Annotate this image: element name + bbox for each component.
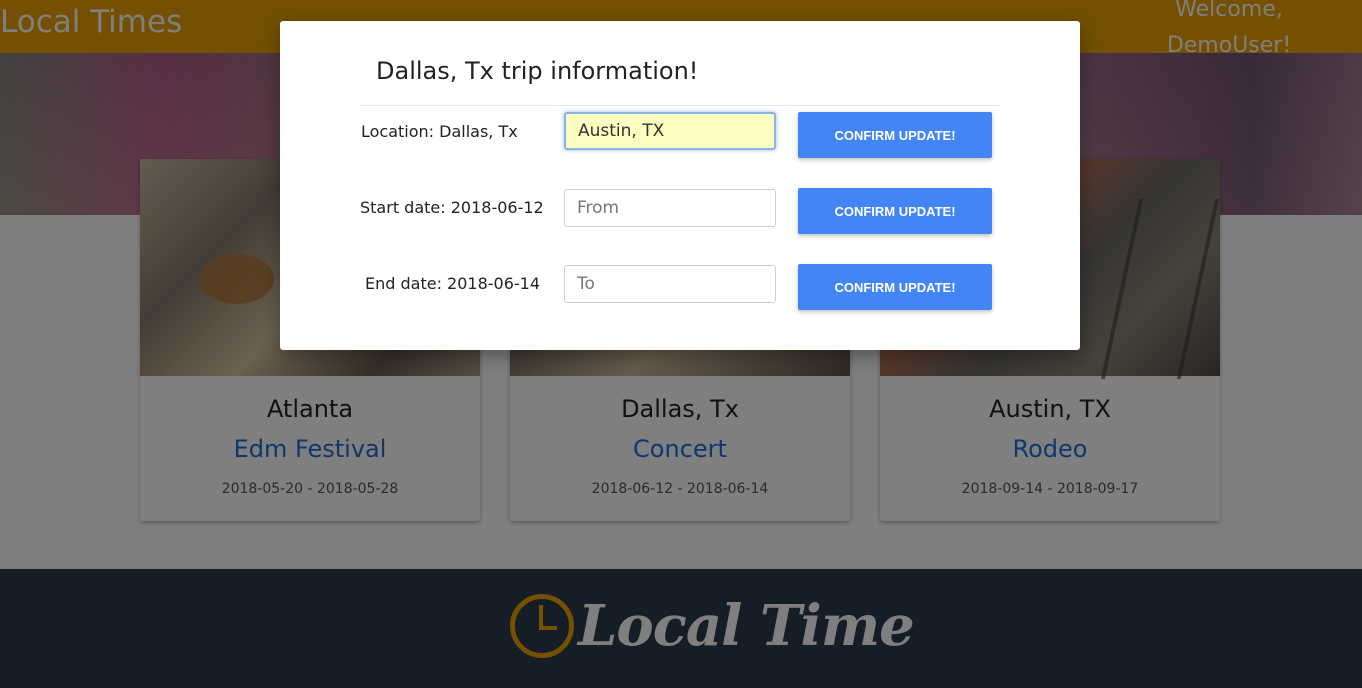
confirm-start-date-button[interactable]: CONFIRM UPDATE! (798, 188, 992, 234)
end-date-label: End date: 2018-06-14 (365, 274, 541, 293)
trip-info-modal: Dallas, Tx trip information! Location: D… (280, 21, 1080, 350)
confirm-end-date-button[interactable]: CONFIRM UPDATE! (798, 264, 992, 310)
confirm-location-button[interactable]: CONFIRM UPDATE! (798, 112, 992, 158)
modal-divider (360, 105, 1000, 106)
end-date-input[interactable] (564, 265, 776, 303)
location-label: Location: Dallas, Tx (361, 122, 518, 141)
modal-title: Dallas, Tx trip information! (376, 57, 699, 85)
location-input[interactable] (564, 112, 776, 150)
start-date-label: Start date: 2018-06-12 (360, 198, 544, 217)
start-date-input[interactable] (564, 189, 776, 227)
